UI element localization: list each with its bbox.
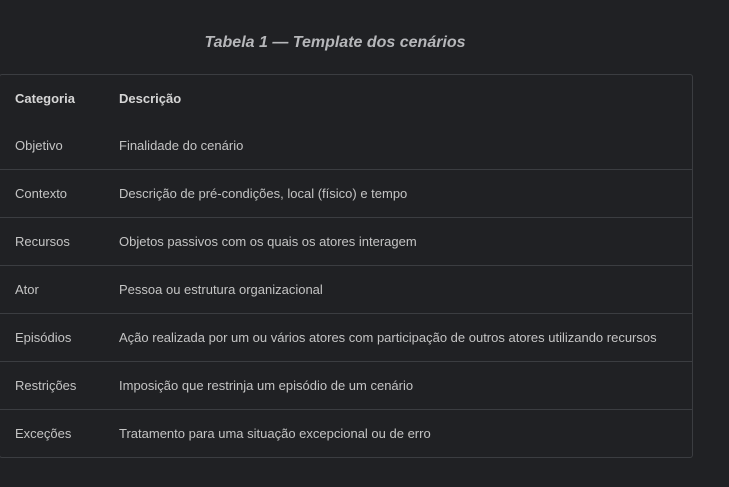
scenario-template-table: Categoria Descrição Objetivo Finalidade … (0, 74, 693, 458)
table-row: Episódios Ação realizada por um ou vário… (0, 313, 692, 362)
row-description: Pessoa ou estrutura organizacional (119, 265, 692, 314)
row-description: Ação realizada por um ou vários atores c… (119, 313, 692, 362)
row-description: Tratamento para uma situação excepcional… (119, 409, 692, 457)
row-category: Exceções (0, 409, 119, 457)
row-category: Recursos (0, 217, 119, 266)
row-category: Objetivo (15, 138, 63, 153)
header-category: Categoria (15, 91, 75, 106)
table-row: Restrições Imposição que restrinja um ep… (0, 361, 692, 410)
row-category: Ator (0, 265, 119, 314)
row-description: Descrição de pré-condições, local (físic… (119, 169, 692, 218)
row-description: Objetos passivos com os quais os atores … (119, 217, 692, 266)
row-category: Contexto (0, 169, 119, 218)
table-row: Ator Pessoa ou estrutura organizacional (0, 265, 692, 314)
row-description: Finalidade do cenário (119, 138, 244, 153)
table-row: Exceções Tratamento para uma situação ex… (0, 409, 692, 457)
table-row: Recursos Objetos passivos com os quais o… (0, 217, 692, 266)
row-category: Restrições (0, 361, 119, 410)
row-description: Imposição que restrinja um episódio de u… (119, 361, 692, 410)
table-header-row: Categoria Descrição (0, 75, 692, 122)
table-row: Objetivo Finalidade do cenário (0, 122, 692, 170)
header-description: Descrição (119, 91, 182, 106)
table-caption: Tabela 1 — Template dos cenários (204, 34, 466, 51)
table-row: Contexto Descrição de pré-condições, loc… (0, 169, 692, 218)
row-category: Episódios (0, 313, 119, 362)
